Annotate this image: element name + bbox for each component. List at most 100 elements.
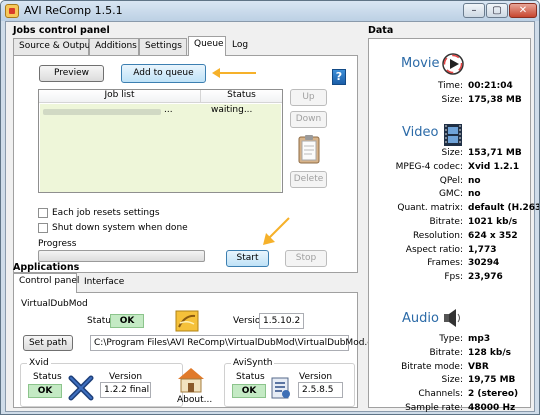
- up-button[interactable]: Up: [290, 89, 327, 106]
- help-icon[interactable]: ?: [332, 69, 346, 85]
- house-icon[interactable]: [176, 366, 206, 394]
- xvid-status-label: Status: [33, 372, 62, 382]
- audio-info-label: Size:: [441, 375, 463, 386]
- vdm-status-badge: OK: [110, 314, 144, 328]
- applications-header: Applications: [13, 262, 80, 273]
- video-info-value: 30294: [468, 258, 500, 269]
- tab-interface[interactable]: Interface: [79, 275, 129, 292]
- maximize-button[interactable]: ▢: [486, 3, 508, 18]
- video-info-value: Xvid 1.2.1: [468, 161, 520, 172]
- reset-settings-checkbox[interactable]: [38, 208, 48, 218]
- audio-info-value: mp3: [468, 334, 491, 344]
- about-link[interactable]: About...: [177, 395, 212, 405]
- start-button[interactable]: Start: [226, 250, 269, 267]
- video-info-label: Quant. matrix:: [397, 203, 463, 214]
- blurred-filename: [43, 109, 161, 115]
- audio-info-label: Bitrate mode:: [401, 361, 463, 372]
- tab-additions[interactable]: Additions: [89, 38, 139, 55]
- film-icon: [444, 124, 462, 146]
- progress-label: Progress: [38, 239, 77, 249]
- tab-control-panel[interactable]: Control panel: [13, 273, 79, 293]
- delete-button[interactable]: Delete: [290, 171, 327, 188]
- title-bar[interactable]: AVI ReComp 1.5.1 – ▢ ✕: [1, 1, 539, 21]
- stop-button[interactable]: Stop: [285, 250, 327, 267]
- down-button[interactable]: Down: [290, 111, 327, 128]
- vdm-title: VirtualDubMod: [19, 299, 90, 309]
- xvid-status-badge: OK: [28, 384, 62, 398]
- video-info-label: MPEG-4 codec:: [395, 161, 463, 172]
- table-row[interactable]: ... waiting...: [40, 104, 281, 192]
- close-icon: ✕: [518, 5, 528, 16]
- avisynth-version-field: 2.5.8.5: [298, 382, 343, 398]
- xvid-icon: [68, 375, 94, 401]
- set-path-button[interactable]: Set path: [23, 335, 73, 351]
- video-info-label: Aspect ratio:: [405, 244, 463, 255]
- video-info-value: 624 x 352: [468, 230, 518, 241]
- jobs-header: Jobs control panel: [13, 25, 110, 36]
- xvid-version-label: Version: [109, 372, 143, 382]
- jobs-tabs: Source & Output Additions Settings Queue…: [13, 36, 358, 56]
- video-info-value: no: [468, 175, 481, 186]
- audio-info-value: 2 (stereo): [468, 389, 519, 400]
- data-panel: Movie Time: 00:21:04 Size: 175,38 MB Vid…: [368, 38, 539, 413]
- job-list[interactable]: Job list Status ... waiting...: [38, 89, 283, 193]
- reset-settings-label: Each job resets settings: [52, 208, 160, 218]
- job-name: ...: [164, 105, 173, 115]
- play-icon: [442, 53, 464, 75]
- xvid-version-field: 1.2.2 final: [100, 382, 151, 398]
- tab-queue[interactable]: Queue: [188, 36, 226, 56]
- audio-info-label: Bitrate:: [429, 347, 463, 358]
- shutdown-label: Shut down system when done: [52, 223, 188, 233]
- audio-info-value: 128 kb/s: [468, 347, 511, 358]
- arrow-pointer-icon: [212, 68, 256, 78]
- arrow-pointer-icon: [263, 217, 290, 245]
- video-info-value: 153,71 MB: [468, 148, 522, 158]
- apps-panel: VirtualDubMod Status OK Version 1.5.10.2…: [13, 292, 383, 408]
- tab-log[interactable]: Log: [227, 38, 257, 55]
- avisynth-version-label: Version: [299, 372, 333, 382]
- data-header: Data: [368, 25, 394, 36]
- video-info-label: Size:: [441, 148, 463, 158]
- video-info-label: Bitrate:: [429, 217, 463, 227]
- audio-info-label: Type:: [439, 334, 463, 344]
- window-title: AVI ReComp 1.5.1: [24, 4, 123, 17]
- progress-bar: [38, 250, 205, 262]
- video-info-value: 1,773: [468, 244, 497, 255]
- avisynth-status-badge: OK: [232, 384, 266, 398]
- vdm-path-field[interactable]: C:\Program Files\AVI ReComp\VirtualDubMo…: [90, 335, 383, 351]
- audio-info-value: 19,75 MB: [468, 375, 516, 386]
- avisynth-status-label: Status: [236, 372, 265, 382]
- minimize-icon: –: [471, 5, 477, 16]
- video-info-value: default (H.263): [468, 203, 540, 214]
- client-area: Jobs control panel Source & Output Addit…: [5, 21, 539, 413]
- avisynth-title: AviSynth: [231, 358, 275, 368]
- movie-size-value: 175,38 MB: [468, 95, 522, 105]
- vdm-version-field: 1.5.10.2: [259, 313, 304, 329]
- video-info-label: Frames:: [427, 258, 463, 269]
- tab-settings[interactable]: Settings: [139, 38, 187, 55]
- queue-panel: Preview Add to queue ? Job list Status .…: [13, 55, 358, 273]
- preview-button[interactable]: Preview: [39, 65, 104, 82]
- job-list-header[interactable]: Job list: [39, 90, 201, 103]
- maximize-icon: ▢: [492, 5, 502, 16]
- status-header[interactable]: Status: [201, 90, 282, 103]
- movie-time-label: Time:: [437, 81, 463, 91]
- audio-title: Audio: [402, 311, 439, 326]
- xvid-title: Xvid: [27, 358, 51, 368]
- avisynth-icon: [271, 377, 290, 399]
- tab-source-output[interactable]: Source & Output: [13, 38, 94, 55]
- shutdown-checkbox[interactable]: [38, 223, 48, 233]
- app-icon: [5, 4, 19, 18]
- movie-size-label: Size:: [441, 95, 463, 105]
- video-info-value: no: [468, 189, 481, 200]
- minimize-button[interactable]: –: [463, 3, 485, 18]
- video-info-label: QPel:: [439, 175, 463, 186]
- video-info-label: GMC:: [438, 189, 463, 200]
- video-info-label: Resolution:: [412, 230, 463, 241]
- movie-time-value: 00:21:04: [468, 81, 513, 91]
- close-button[interactable]: ✕: [509, 3, 537, 18]
- apps-tabs: Control panel Interface: [13, 273, 358, 293]
- audio-info-label: Channels:: [418, 389, 463, 400]
- add-to-queue-button[interactable]: Add to queue: [121, 64, 206, 83]
- video-info-value: 23,976: [468, 272, 503, 283]
